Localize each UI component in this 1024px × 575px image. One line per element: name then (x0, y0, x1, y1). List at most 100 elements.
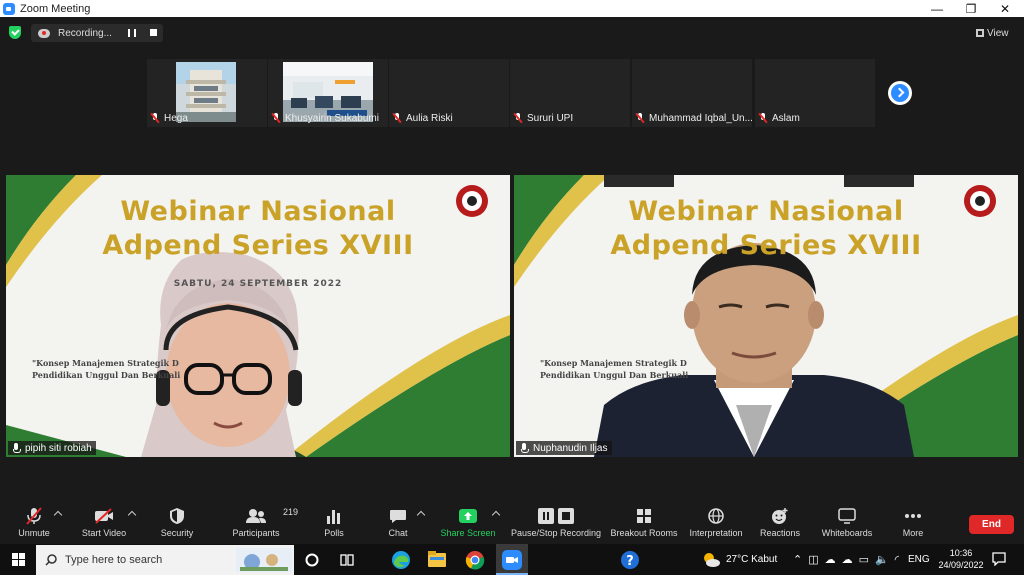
muted-mic-icon (759, 113, 767, 123)
breakout-rooms-label: Breakout Rooms (610, 528, 678, 538)
slide-subtitle-line2: Pendidikan Unggul Dan Berkuali (540, 370, 689, 380)
interpretation-button[interactable]: Interpretation (686, 506, 746, 542)
chat-bubble-icon (389, 506, 407, 526)
display-icon[interactable]: ▭ (859, 553, 869, 566)
participants-count: 219 (283, 507, 299, 517)
participant-thumbnail[interactable]: Muhammad Iqbal_Un... (632, 59, 753, 127)
thumbnail-label: Aslam (759, 111, 800, 125)
help-app-icon[interactable]: ? (620, 550, 640, 570)
slide-subtitle-line1: "Konsep Manajemen Strategik D (540, 358, 687, 368)
video-tile[interactable]: Webinar Nasional Adpend Series XVIII "Ko… (514, 175, 1018, 457)
wifi-icon[interactable]: ◜ (895, 553, 899, 566)
taskbar-clock[interactable]: 10:36 24/09/2022 (938, 547, 984, 571)
breakout-rooms-button[interactable]: Breakout Rooms (610, 506, 678, 542)
start-video-button[interactable]: Start Video (80, 506, 128, 542)
thumbnail-label: Muhammad Iqbal_Un... (636, 111, 753, 125)
encryption-shield-icon[interactable] (9, 26, 21, 39)
interpretation-label: Interpretation (689, 528, 743, 538)
mic-icon (12, 443, 21, 453)
participant-name: Aslam (772, 112, 800, 124)
slide-title-line2: Adpend Series XVIII (102, 230, 414, 261)
security-shield-icon (169, 506, 185, 526)
share-screen-button[interactable]: Share Screen (440, 506, 496, 542)
more-button[interactable]: More (898, 506, 928, 542)
language-indicator[interactable]: ENG (908, 544, 930, 575)
participant-name: Aulia Riski (406, 112, 453, 124)
pause-stop-recording-button[interactable]: Pause/Stop Recording (510, 506, 602, 542)
search-highlight-illustration (236, 548, 292, 572)
chrome-browser-icon[interactable] (465, 550, 485, 570)
whiteboards-label: Whiteboards (821, 528, 873, 538)
windows-taskbar: Type here to search ? 27°C Kabut ⌃ ◫ ☁ ☁… (0, 544, 1024, 575)
video-name-label: Nuphanudin Iljas (516, 441, 612, 455)
thumbnail-label: Sururi UPI (514, 111, 573, 125)
onedrive-icon[interactable]: ☁ (842, 553, 853, 566)
clock-time: 10:36 (949, 548, 973, 558)
recording-label: Recording... (58, 27, 112, 39)
edge-browser-icon[interactable] (391, 550, 411, 570)
muted-mic-icon (272, 113, 280, 123)
next-page-button[interactable] (888, 81, 912, 105)
slide-subtitle-line1: "Konsep Manajemen Strategik D (32, 358, 179, 368)
participant-thumbnail[interactable]: Aslam (755, 59, 875, 127)
thumbnail-label: Hega (151, 111, 188, 125)
maximize-icon[interactable]: ❐ (954, 0, 988, 17)
cloud-sync-icon[interactable]: ☁ (825, 553, 836, 566)
network-icon[interactable]: ◫ (808, 553, 818, 566)
weather-text: 27°C Kabut (726, 554, 778, 565)
participant-thumbnail[interactable]: Sururi UPI (510, 59, 630, 127)
end-meeting-button[interactable]: End (969, 515, 1014, 534)
thumbnail-label: Khusyairin Sukabumi (272, 111, 379, 125)
taskbar-search-box[interactable]: Type here to search (36, 545, 294, 575)
zoom-taskbar-button[interactable] (496, 544, 528, 575)
show-hidden-icons-icon[interactable]: ⌃ (793, 553, 802, 566)
window-titlebar: Zoom Meeting — ❐ ✕ (0, 0, 1024, 17)
system-tray: ⌃ ◫ ☁ ☁ ▭ 🔈 ◜ (793, 544, 899, 575)
weather-widget[interactable]: 27°C Kabut (702, 544, 777, 575)
whiteboards-button[interactable]: Whiteboards (818, 506, 876, 542)
globe-icon (708, 506, 724, 526)
polls-button[interactable]: Polls (318, 506, 350, 542)
thumbnail-label: Aulia Riski (393, 111, 453, 125)
cortana-circle-icon[interactable] (305, 553, 319, 567)
audio-options-caret-icon[interactable] (53, 510, 63, 520)
participant-name: Nuphanudin Iljas (533, 442, 608, 454)
start-video-label: Start Video (81, 528, 127, 538)
share-screen-label: Share Screen (440, 528, 496, 538)
stop-recording-icon[interactable] (150, 29, 157, 36)
pause-recording-icon[interactable] (128, 29, 136, 37)
unmute-button[interactable]: Unmute (14, 506, 54, 542)
reactions-button[interactable]: Reactions (758, 506, 802, 542)
whiteboard-icon (838, 506, 856, 526)
more-label: More (902, 528, 924, 538)
participant-thumbnail[interactable]: Aulia Riski (389, 59, 509, 127)
muted-mic-icon (636, 113, 644, 123)
view-button[interactable]: View (976, 25, 1018, 41)
view-label: View (987, 27, 1009, 39)
chat-options-caret-icon[interactable] (416, 510, 426, 520)
participant-thumbnail[interactable]: Khusyairin Sukabumi (268, 59, 388, 127)
minimize-icon[interactable]: — (920, 0, 954, 17)
pause-stop-recording-label: Pause/Stop Recording (510, 528, 602, 538)
volume-icon[interactable]: 🔈 (875, 553, 889, 566)
weather-cloud-sun-icon (704, 552, 720, 567)
unmute-label: Unmute (18, 528, 50, 538)
task-view-icon[interactable] (340, 553, 354, 567)
muted-mic-icon (393, 113, 401, 123)
windows-start-icon[interactable] (12, 553, 25, 566)
participant-thumbnail[interactable]: Hega (147, 59, 267, 127)
participants-button[interactable]: 219 Participants (228, 506, 298, 542)
participant-name: Muhammad Iqbal_Un... (649, 112, 753, 124)
notification-center-icon[interactable] (992, 552, 1006, 566)
reactions-smiley-icon (771, 506, 789, 526)
chat-button[interactable]: Chat (383, 506, 413, 542)
video-tile[interactable]: Webinar Nasional Adpend Series XVIII SAB… (6, 175, 510, 457)
security-button[interactable]: Security (156, 506, 198, 542)
video-options-caret-icon[interactable] (127, 510, 137, 520)
close-icon[interactable]: ✕ (988, 0, 1022, 17)
zoom-app-icon (502, 550, 522, 570)
file-explorer-icon[interactable] (428, 551, 446, 567)
polls-label: Polls (324, 528, 344, 538)
slide-title-line2: Adpend Series XVIII (610, 230, 922, 261)
meeting-toolbar: Unmute Start Video Security 219 Particip… (0, 500, 1024, 544)
